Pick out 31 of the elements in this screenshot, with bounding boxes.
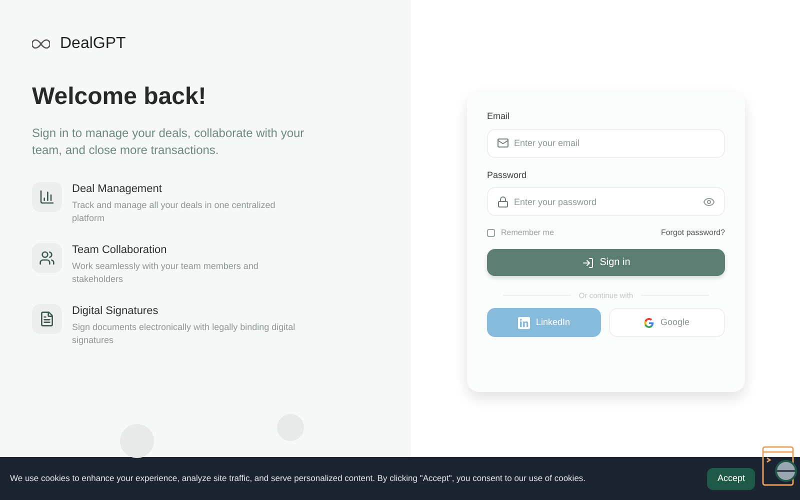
forgot-password-link[interactable]: Forgot password?: [660, 227, 725, 239]
feature-description: Track and manage all your deals in one centralized platform: [72, 199, 276, 224]
remember-checkbox[interactable]: [487, 229, 495, 237]
google-button[interactable]: Google: [609, 308, 725, 338]
mail-icon: [497, 137, 509, 149]
lock-icon: [497, 196, 509, 208]
google-icon: [644, 318, 654, 328]
password-label: Password: [487, 168, 528, 182]
feature-title: Team Collaboration: [72, 243, 168, 258]
login-icon: [582, 256, 594, 268]
accept-button[interactable]: Accept: [707, 468, 755, 490]
people-icon: [39, 250, 55, 266]
help-widget-icon[interactable]: [762, 446, 798, 488]
brand-name: DealGPT: [60, 34, 126, 54]
password-field[interactable]: Enter your password: [487, 187, 725, 216]
feature-description: Sign documents electronically with legally binding digital signatures: [72, 321, 296, 346]
bar-chart-icon: [39, 189, 55, 205]
feature-description: Work seamlessly with your team members and stakeholders: [72, 260, 260, 285]
document-icon: [39, 311, 55, 327]
email-label: Email: [487, 110, 511, 123]
email-field[interactable]: Enter your email: [487, 128, 725, 158]
welcome-subtitle: Sign in to manage your deals, collaborate with your team, and close more transactions.: [32, 125, 306, 159]
cookie-message: We use cookies to enhance your experience, analyze site traffic, and serve personalized content. By clicking "Accept", you consent to our use of cookies.: [10, 472, 586, 485]
show-password-icon[interactable]: [703, 196, 715, 208]
remember-label: Remember me: [501, 227, 554, 239]
sign-in-button[interactable]: Sign in: [487, 249, 725, 276]
welcome-title: Welcome back!: [32, 82, 208, 112]
linkedin-icon: [518, 316, 530, 329]
feature-title: Deal Management: [72, 182, 163, 197]
infinity-logo-icon: [32, 39, 50, 49]
feature-title: Digital Signatures: [72, 304, 160, 319]
